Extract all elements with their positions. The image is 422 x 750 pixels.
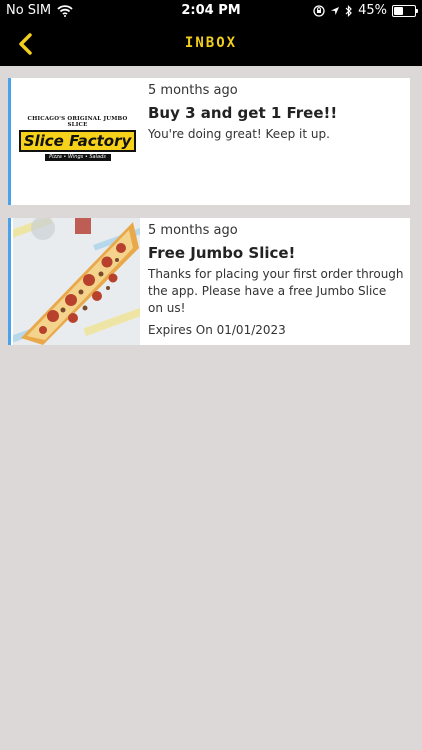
battery-level [394, 6, 403, 15]
message-time: 5 months ago [148, 83, 238, 98]
rotation-lock-icon [313, 4, 325, 17]
bluetooth-icon [345, 4, 352, 17]
message-title: Buy 3 and get 1 Free!! [148, 104, 338, 122]
logo-tagline: CHICAGO'S ORIGINAL JUMBO SLICE [27, 116, 128, 128]
message-body: Thanks for placing your first order thro… [148, 267, 404, 315]
pizza-slice-image [13, 218, 140, 345]
location-icon [331, 6, 340, 15]
navigation-bar: INBOX [0, 22, 422, 66]
message-content: 5 months ago Buy 3 and get 1 Free!! You'… [148, 82, 404, 143]
logo-subtitle: Pizza • Wings • Salads [44, 154, 111, 161]
message-title: Free Jumbo Slice! [148, 244, 296, 262]
status-bar: No SIM 2:04 PM 45% [0, 0, 422, 22]
message-content: 5 months ago Free Jumbo Slice! Thanks fo… [148, 222, 404, 339]
battery-icon [392, 4, 418, 17]
top-bar: No SIM 2:04 PM 45% INBOX [0, 0, 422, 66]
message-card[interactable]: 5 months ago Free Jumbo Slice! Thanks fo… [8, 218, 410, 345]
status-right: 45% [313, 3, 418, 18]
battery-percent: 45% [358, 3, 387, 18]
expiry-date: Expires On 01/01/2023 [148, 323, 286, 337]
slice-factory-logo: CHICAGO'S ORIGINAL JUMBO SLICE Slice Fac… [13, 78, 140, 205]
logo-name: Slice Factory [19, 130, 136, 152]
message-card[interactable]: CHICAGO'S ORIGINAL JUMBO SLICE Slice Fac… [8, 78, 410, 205]
page-title: INBOX [184, 35, 238, 51]
message-body: You're doing great! Keep it up. [148, 127, 330, 141]
message-time: 5 months ago [148, 223, 238, 238]
